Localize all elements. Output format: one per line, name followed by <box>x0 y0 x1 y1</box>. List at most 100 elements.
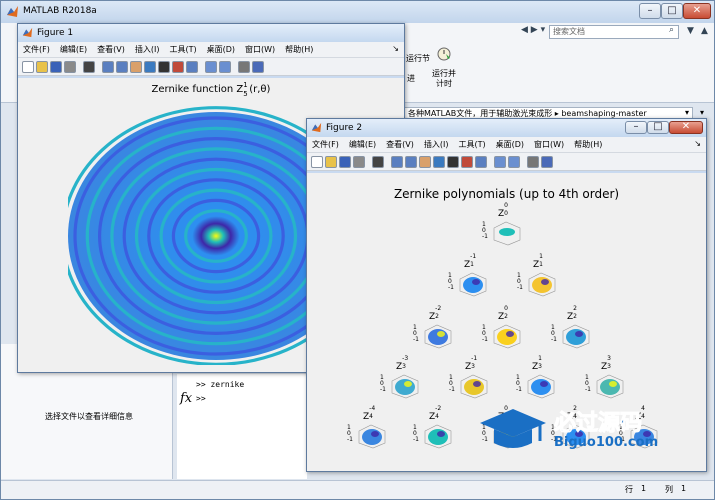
main-minimize-button[interactable]: – <box>639 3 661 19</box>
fig2-menu-item[interactable]: 文件(F) <box>307 137 344 150</box>
fig2-close-button[interactable]: ✕ <box>669 121 703 134</box>
figure-2-title: Figure 2 <box>326 123 363 133</box>
subplot-surface <box>562 324 590 349</box>
colorbar-icon[interactable] <box>494 155 506 168</box>
fig1-menu-item[interactable]: 插入(I) <box>130 42 165 55</box>
zoom-in-icon[interactable] <box>102 60 114 73</box>
zernike-subplot[interactable]: Z 3 3 1 0 -1 <box>585 355 629 407</box>
pointer-icon[interactable] <box>372 155 384 168</box>
zernike-subplot[interactable]: Z 1 3 1 0 -1 <box>516 355 560 407</box>
fig1-menu-item[interactable]: 帮助(H) <box>280 42 318 55</box>
legend-icon[interactable] <box>219 60 231 73</box>
subplot-label: Z02 <box>498 305 508 322</box>
subplot-surface <box>527 374 555 399</box>
zernike-subplot[interactable]: Z 0 2 1 0 -1 <box>482 305 526 357</box>
subplot-label: Z13 <box>532 355 542 372</box>
run-and-time-button[interactable]: 运行并 计时 <box>429 45 459 91</box>
rotate-icon[interactable] <box>433 155 445 168</box>
fx-icon[interactable]: fx <box>180 391 192 406</box>
zernike-subplot[interactable]: Z -3 3 1 0 -1 <box>380 355 424 407</box>
zernike-subplot[interactable]: Z -4 4 1 0 -1 <box>347 405 391 457</box>
zernike-subplot[interactable]: Z 2 2 1 0 -1 <box>551 305 595 357</box>
fig2-menu-item[interactable]: 窗口(W) <box>529 137 569 150</box>
subplot-axis-ticks: 1 0 -1 <box>380 374 386 393</box>
hide-plot-icon[interactable] <box>527 155 539 168</box>
brush-icon[interactable] <box>461 155 473 168</box>
save-icon[interactable] <box>339 155 351 168</box>
show-plot-icon[interactable] <box>541 155 553 168</box>
status-col-value: 1 <box>681 484 687 493</box>
print-icon[interactable] <box>64 60 76 73</box>
legend-icon[interactable] <box>508 155 520 168</box>
subplot-label: Z11 <box>533 253 543 270</box>
fig1-menu-item[interactable]: 工具(T) <box>164 42 201 55</box>
fig1-menu-item[interactable]: 窗口(W) <box>240 42 280 55</box>
fig1-menu-item[interactable]: 文件(F) <box>18 42 55 55</box>
zernike-subplot[interactable]: Z -2 4 1 0 -1 <box>413 405 457 457</box>
zoom-in-icon[interactable] <box>391 155 403 168</box>
subplot-surface <box>459 272 487 297</box>
pointer-icon[interactable] <box>83 60 95 73</box>
fig2-maximize-button[interactable]: □ <box>647 121 669 134</box>
search-icon[interactable]: ⌕ <box>669 25 674 35</box>
zoom-out-icon[interactable] <box>116 60 128 73</box>
fig2-menu-item[interactable]: 查看(V) <box>381 137 419 150</box>
subplot-label: Z33 <box>601 355 611 372</box>
pan-icon[interactable] <box>419 155 431 168</box>
zernike-subplot[interactable]: Z 0 0 1 0 -1 <box>482 202 526 254</box>
fig1-menu-item[interactable]: 编辑(E) <box>55 42 92 55</box>
fig1-menu-item[interactable]: 桌面(D) <box>202 42 240 55</box>
subplot-label: Z -2 4 <box>429 405 442 422</box>
figure-2-toolbar <box>307 153 706 171</box>
rotate-icon[interactable] <box>144 60 156 73</box>
watermark-en-text: Biguo100.com <box>554 435 659 450</box>
save-icon[interactable] <box>50 60 62 73</box>
data-cursor-icon[interactable] <box>158 60 170 73</box>
brush-icon[interactable] <box>172 60 184 73</box>
zernike-subplot[interactable]: Z -1 1 1 0 -1 <box>448 253 492 305</box>
command-window[interactable]: >> zernike fx >> <box>177 374 307 479</box>
subplot-axis-ticks: 1 0 -1 <box>448 272 454 291</box>
matlab-logo-icon <box>22 27 33 38</box>
zernike-subplot[interactable]: Z -1 3 1 0 -1 <box>449 355 493 407</box>
open-icon[interactable] <box>325 155 337 168</box>
open-icon[interactable] <box>36 60 48 73</box>
address-dropdown-icon[interactable]: ▾ <box>685 108 689 117</box>
fig2-menu-item[interactable]: 工具(T) <box>453 137 490 150</box>
colorbar-icon[interactable] <box>205 60 217 73</box>
subplot-axis-ticks: 1 0 -1 <box>517 272 523 291</box>
doc-search-input[interactable]: 搜索文档 <box>549 25 679 39</box>
folder-options-icon[interactable]: ▾ <box>700 108 704 117</box>
fig2-menu-item[interactable]: 编辑(E) <box>344 137 381 150</box>
menu-dock-icon[interactable]: ↘ <box>387 42 404 53</box>
show-plot-icon[interactable] <box>252 60 264 73</box>
new-figure-icon[interactable] <box>22 60 34 73</box>
hide-plot-icon[interactable] <box>238 60 250 73</box>
filter-icon[interactable]: ▼ <box>687 26 694 36</box>
fig2-menu-item[interactable]: 插入(I) <box>419 137 454 150</box>
subplot-label: Z00 <box>498 202 508 219</box>
fig2-menu-item[interactable]: 桌面(D) <box>491 137 529 150</box>
ribbon-nav-arrows[interactable]: ◀ ▶ ▾ <box>521 25 545 35</box>
plot-title-sub: 5 <box>243 90 248 98</box>
fig2-menu-item[interactable]: 帮助(H) <box>569 137 607 150</box>
figure-1-plot-title: Zernike function Z 1 5 (r,θ) <box>18 81 404 98</box>
zernike-subplot[interactable]: Z -2 2 1 0 -1 <box>413 305 457 357</box>
fig2-minimize-button[interactable]: – <box>625 121 647 134</box>
ribbon-expand-icon[interactable]: ▲ <box>701 26 708 36</box>
main-window-title: MATLAB R2018a <box>23 6 97 16</box>
subplot-label: Z -1 1 <box>464 253 477 270</box>
run-advance-button[interactable]: 进 <box>407 73 415 84</box>
print-icon[interactable] <box>353 155 365 168</box>
link-icon[interactable] <box>475 155 487 168</box>
new-figure-icon[interactable] <box>311 155 323 168</box>
zernike-subplot[interactable]: Z 1 1 1 0 -1 <box>517 253 561 305</box>
main-maximize-button[interactable]: □ <box>661 3 683 19</box>
fig1-menu-item[interactable]: 查看(V) <box>92 42 130 55</box>
main-close-button[interactable]: ✕ <box>683 3 711 19</box>
menu-dock-icon[interactable]: ↘ <box>689 137 706 148</box>
data-cursor-icon[interactable] <box>447 155 459 168</box>
link-icon[interactable] <box>186 60 198 73</box>
pan-icon[interactable] <box>130 60 142 73</box>
zoom-out-icon[interactable] <box>405 155 417 168</box>
